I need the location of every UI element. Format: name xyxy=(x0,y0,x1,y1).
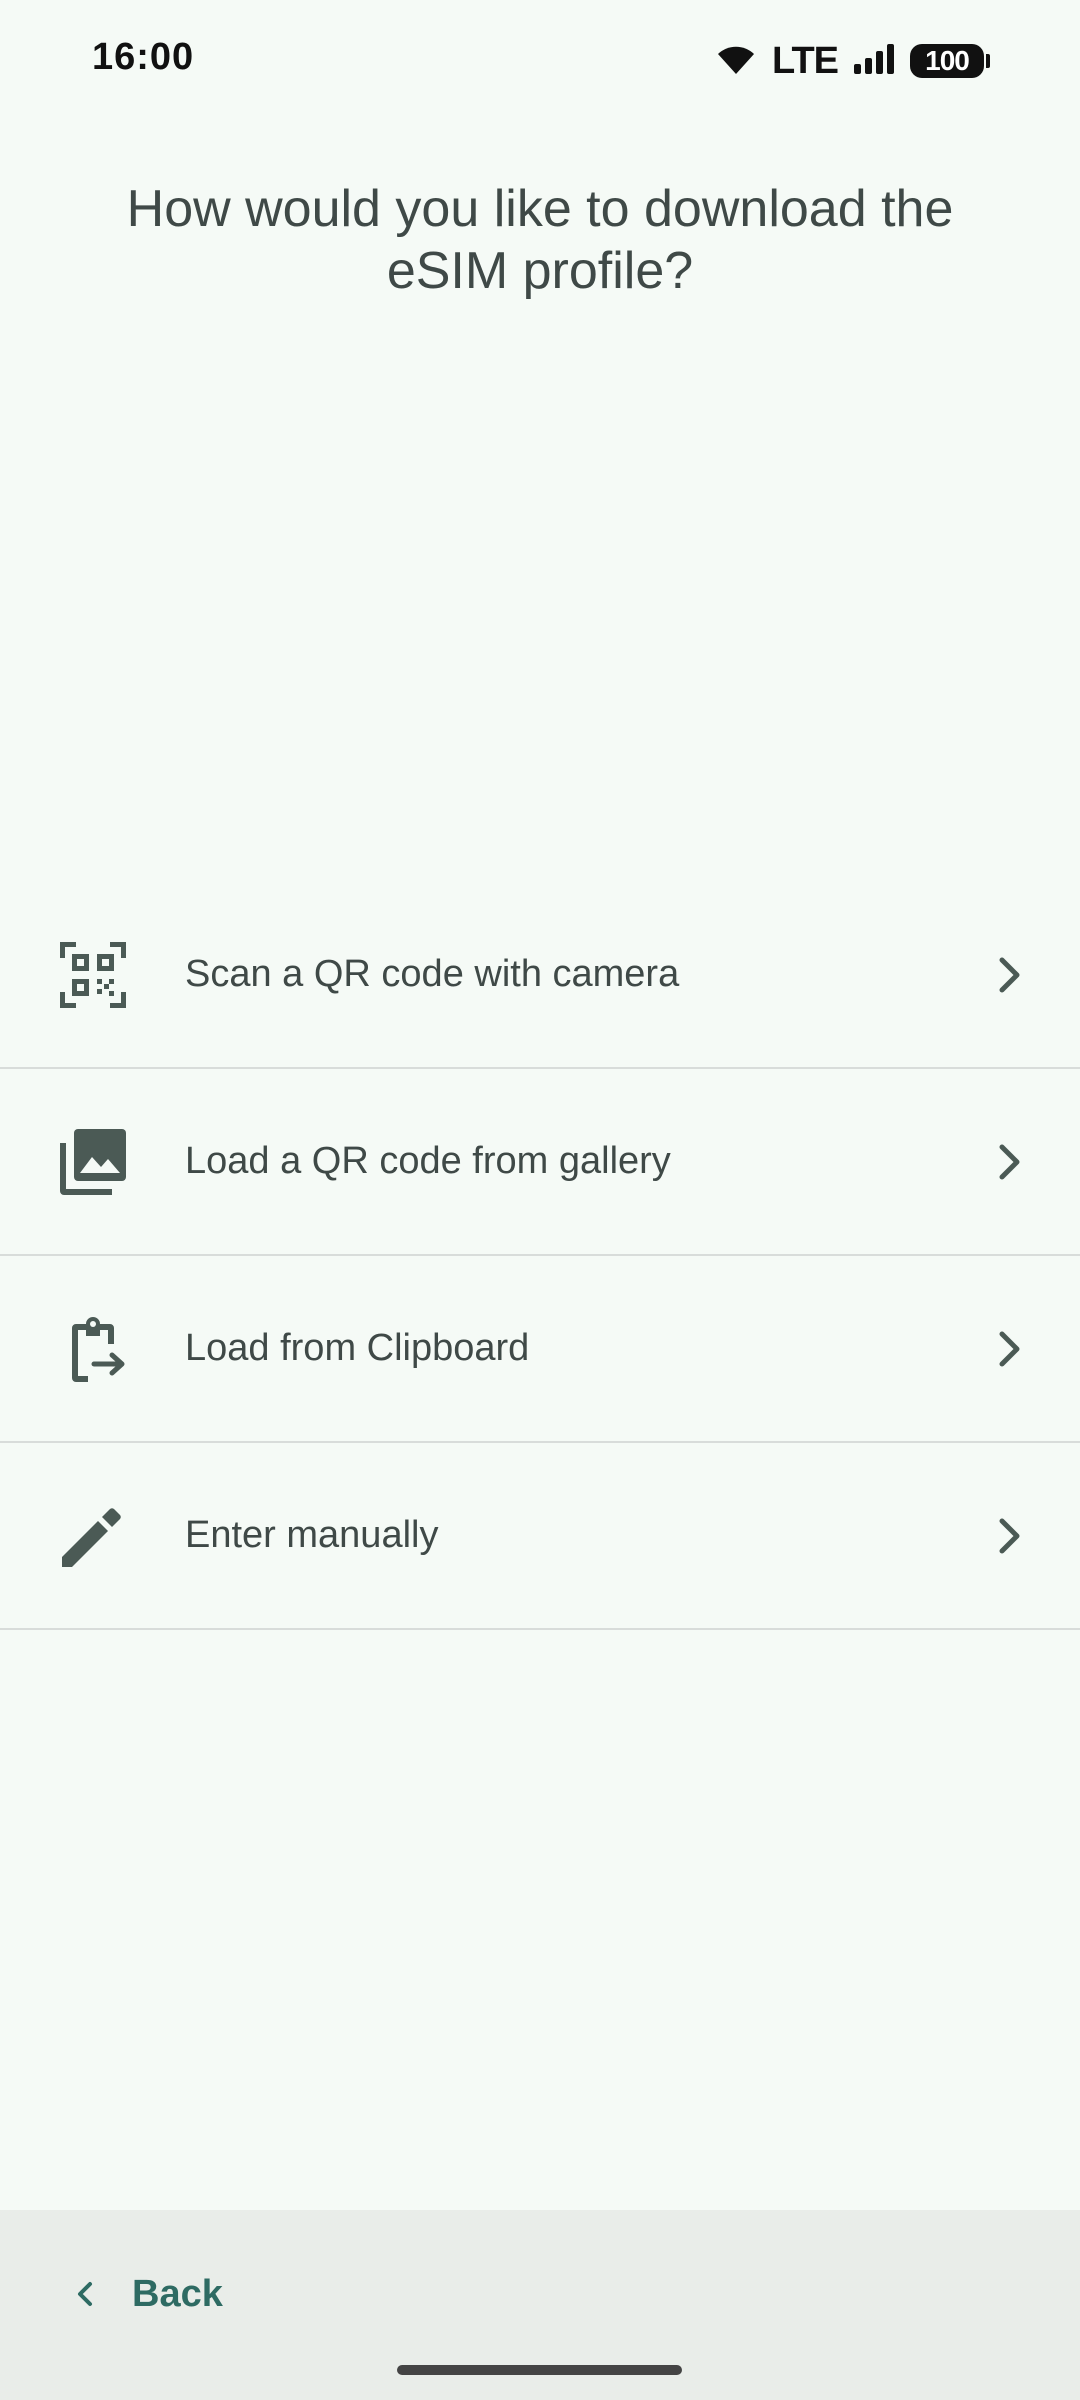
battery-icon: 100 xyxy=(910,44,990,78)
signal-icon xyxy=(852,42,896,81)
network-type: LTE xyxy=(772,39,839,82)
chevron-right-icon xyxy=(990,1142,1030,1182)
home-indicator[interactable] xyxy=(397,2365,682,2375)
option-load-qr-gallery[interactable]: Load a QR code from gallery xyxy=(0,1069,1080,1256)
pencil-icon xyxy=(58,1501,128,1571)
back-label: Back xyxy=(132,2272,223,2315)
download-options-list: Scan a QR code with camera Load a QR cod… xyxy=(0,882,1080,1630)
clipboard-icon xyxy=(58,1314,128,1384)
page-title: How would you like to download the eSIM … xyxy=(126,180,954,300)
screen: 16:00 LTE 100 How would you like to down… xyxy=(0,0,1080,2400)
option-enter-manually[interactable]: Enter manually xyxy=(0,1443,1080,1630)
gallery-icon xyxy=(58,1127,128,1197)
status-bar: 16:00 LTE 100 xyxy=(0,0,1080,122)
bottom-bar: Back xyxy=(0,2210,1080,2400)
status-icons: LTE 100 xyxy=(700,40,990,82)
option-label: Load from Clipboard xyxy=(185,1327,530,1369)
chevron-right-icon xyxy=(990,955,1030,995)
battery-level: 100 xyxy=(910,44,984,78)
qr-scan-icon xyxy=(58,940,128,1010)
option-scan-qr-camera[interactable]: Scan a QR code with camera xyxy=(0,882,1080,1069)
wifi-icon xyxy=(714,42,758,81)
option-label: Load a QR code from gallery xyxy=(185,1140,671,1182)
back-button[interactable]: Back xyxy=(70,2262,223,2326)
chevron-right-icon xyxy=(990,1329,1030,1369)
option-load-clipboard[interactable]: Load from Clipboard xyxy=(0,1256,1080,1443)
chevron-right-icon xyxy=(990,1516,1030,1556)
option-label: Scan a QR code with camera xyxy=(185,953,680,995)
chevron-left-icon xyxy=(70,2278,102,2310)
status-time: 16:00 xyxy=(92,36,195,78)
option-label: Enter manually xyxy=(185,1514,439,1556)
battery-tip xyxy=(986,54,990,68)
